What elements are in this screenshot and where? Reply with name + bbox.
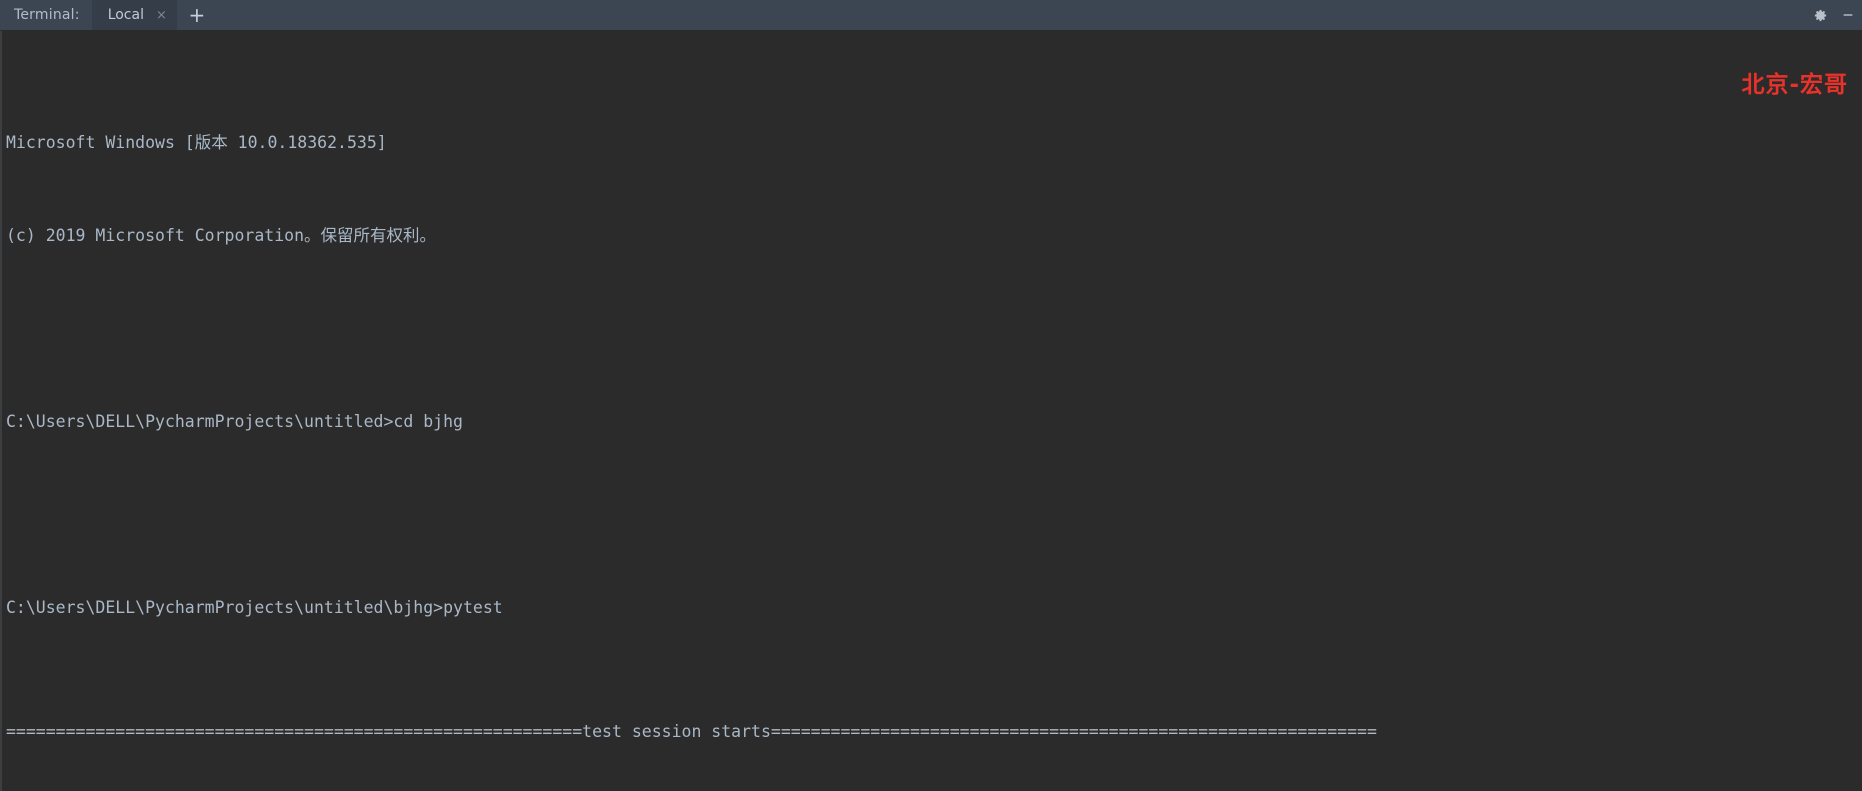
tabbar-spacer <box>217 0 1806 30</box>
terminal-lines: Microsoft Windows [版本 10.0.18362.535] (c… <box>6 34 1862 791</box>
tab-local[interactable]: Local × <box>91 0 177 30</box>
terminal-panel-label: Terminal: <box>14 7 80 23</box>
terminal-line: (c) 2019 Microsoft Corporation。保留所有权利。 <box>6 220 1862 251</box>
terminal-gutter <box>0 31 2 791</box>
prompt-pytest-text: C:\Users\DELL\PycharmProjects\untitled\b… <box>6 598 503 617</box>
minimize-icon[interactable] <box>1834 0 1862 30</box>
prompt-cd-text: C:\Users\DELL\PycharmProjects\untitled>c… <box>6 412 463 431</box>
rule-test-session-starts: ========================================… <box>6 716 1862 747</box>
copyright-text: (c) 2019 Microsoft Corporation。保留所有权利。 <box>6 226 437 245</box>
tab-local-label: Local <box>107 7 144 23</box>
rule-fill-left: ========================================… <box>6 722 583 741</box>
rule-fill-right: ========================================… <box>770 722 1377 741</box>
terminal-line: Microsoft Windows [版本 10.0.18362.535] <box>6 127 1862 158</box>
terminal-output-area[interactable]: 北京-宏哥 Microsoft Windows [版本 10.0.18362.5… <box>0 31 1862 791</box>
terminal-tabbar: Terminal: Local × + <box>0 0 1862 31</box>
close-icon[interactable]: × <box>156 9 167 22</box>
terminal-line: C:\Users\DELL\PycharmProjects\untitled\b… <box>6 592 1862 623</box>
windows-version-text: Microsoft Windows [版本 10.0.18362.535] <box>6 133 387 152</box>
add-tab-icon[interactable]: + <box>177 0 217 30</box>
rule-label-session: test session starts <box>582 722 771 741</box>
gear-icon[interactable] <box>1806 0 1834 30</box>
terminal-line: C:\Users\DELL\PycharmProjects\untitled>c… <box>6 406 1862 437</box>
